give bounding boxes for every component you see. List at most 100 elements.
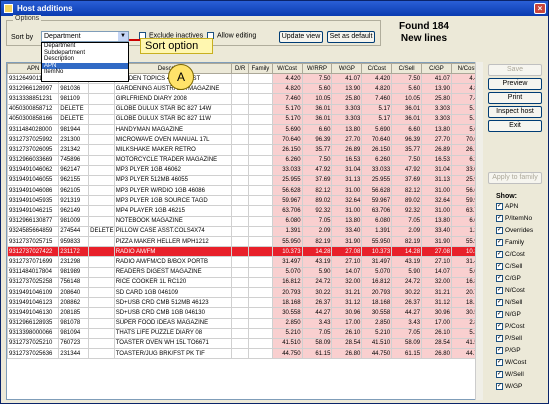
table-row[interactable]: 9319491046055 962155 MP3 PLYER 512MB 46055… <box>7 174 481 187</box>
table-cell[interactable]: 5.210 <box>361 327 393 339</box>
table-cell[interactable]: 24.72 <box>391 276 423 288</box>
table-cell[interactable]: 55.950 <box>271 235 303 248</box>
table-cell[interactable]: 44.27 <box>391 307 423 319</box>
table-row[interactable]: 9312737025992 231300 MICROWAVE OVEN MANUAL… <box>7 134 481 146</box>
table-cell[interactable]: 2.09 <box>301 225 333 238</box>
table-cell[interactable]: 9319491046055 <box>7 174 60 187</box>
table-cell[interactable]: SD CARD 1GB 046109 <box>113 286 233 299</box>
table-cell[interactable]: 44.750 <box>271 348 303 360</box>
table-cell[interactable]: 6.260 <box>271 154 303 166</box>
checkmark-icon[interactable]: ✓ <box>496 263 503 270</box>
table-cell[interactable]: 59.967 <box>271 195 303 207</box>
table-cell[interactable]: 13.80 <box>421 123 452 136</box>
table-cell[interactable]: 61.15 <box>391 348 423 360</box>
table-cell[interactable]: 9312966130877 <box>7 215 60 227</box>
table-cell[interactable] <box>248 164 273 176</box>
table-cell[interactable]: 6.080 <box>361 215 393 227</box>
table-cell[interactable]: 10.05 <box>301 93 333 105</box>
table-cell[interactable] <box>88 93 115 105</box>
table-cell[interactable]: 981989 <box>58 266 90 278</box>
table-cell[interactable]: 30.558 <box>361 307 393 319</box>
table-cell[interactable]: 9312737025636 <box>7 348 60 360</box>
table-cell[interactable]: HANDYMAN MAGAZINE <box>113 123 233 136</box>
table-cell[interactable]: 9319491045935 <box>7 195 60 207</box>
table-cell[interactable]: 2.09 <box>391 225 423 238</box>
table-cell[interactable]: 36.01 <box>301 103 333 115</box>
table-cell[interactable] <box>248 154 273 166</box>
show-column-checkbox[interactable]: ✓ P/Cost <box>496 323 525 330</box>
table-cell[interactable] <box>248 174 273 187</box>
table-cell[interactable]: 13.80 <box>331 215 363 227</box>
table-cell[interactable]: 5.90 <box>301 266 333 278</box>
table-cell[interactable]: 17.00 <box>421 317 452 329</box>
table-cell[interactable]: 981094 <box>58 327 90 339</box>
table-cell[interactable] <box>248 327 273 339</box>
table-cell[interactable] <box>248 266 273 278</box>
table-cell[interactable]: 47.92 <box>301 164 333 176</box>
table-cell[interactable]: RADIO AM/FM <box>113 246 233 258</box>
table-row[interactable]: 9312737026095 231342 MILKSHAKE MAKER RETRO… <box>7 144 481 156</box>
table-cell[interactable]: 35.77 <box>301 144 333 156</box>
table-cell[interactable] <box>231 297 250 309</box>
table-cell[interactable]: 760723 <box>58 337 90 350</box>
table-cell[interactable]: 9319491046123 <box>7 297 60 309</box>
table-cell[interactable]: 43.19 <box>391 256 423 268</box>
table-cell[interactable] <box>231 307 250 319</box>
table-cell[interactable]: 9312966128997 <box>7 83 60 95</box>
table-cell[interactable]: 5.070 <box>361 266 393 278</box>
table-cell[interactable]: 981944 <box>58 123 90 136</box>
table-cell[interactable] <box>248 215 273 227</box>
table-cell[interactable]: 4.820 <box>361 83 393 95</box>
table-cell[interactable]: 36.01 <box>301 113 333 125</box>
table-cell[interactable]: 56.628 <box>271 185 303 197</box>
checkmark-icon[interactable]: ✓ <box>496 215 503 222</box>
table-cell[interactable]: 6.080 <box>271 215 303 227</box>
table-cell[interactable] <box>88 266 115 278</box>
table-cell[interactable]: GLOBE DULUX STAR BC 827 14W <box>113 103 233 115</box>
table-cell[interactable] <box>248 348 273 360</box>
table-cell[interactable]: SUPER FOOD IDEAS MAGAZINE <box>113 317 233 329</box>
table-cell[interactable]: 10.373 <box>361 246 393 258</box>
exit-button[interactable]: Exit <box>488 120 542 132</box>
table-cell[interactable]: 14.07 <box>331 266 363 278</box>
table-cell[interactable]: 962147 <box>58 164 90 176</box>
table-cell[interactable]: MP3 PLYER 1GB SOURCE TAGD <box>113 195 233 207</box>
table-cell[interactable] <box>248 205 273 217</box>
table-cell[interactable]: 92.32 <box>301 205 333 217</box>
table-cell[interactable]: 962105 <box>58 185 90 197</box>
table-cell[interactable]: 5.60 <box>301 83 333 95</box>
table-cell[interactable]: 5.17 <box>361 103 393 115</box>
sort-by-select[interactable]: Department ▼ <box>41 31 129 42</box>
preview-button[interactable]: Preview <box>488 78 542 90</box>
table-cell[interactable]: 32.00 <box>331 276 363 288</box>
table-cell[interactable]: PILLOW CASE ASST.COLS4X74 <box>113 225 233 238</box>
print-button[interactable]: Print <box>488 92 542 104</box>
show-column-checkbox[interactable]: ✓ Family <box>496 239 524 246</box>
table-cell[interactable]: 31.13 <box>331 174 363 187</box>
table-cell[interactable]: 31.21 <box>421 286 452 299</box>
table-cell[interactable]: 959833 <box>58 235 90 248</box>
table-cell[interactable] <box>88 297 115 309</box>
table-row[interactable]: 9312737025258 756148 RICE COOKER 1L RC120 1… <box>7 276 481 288</box>
table-cell[interactable]: 3.43 <box>391 317 423 329</box>
table-cell[interactable]: 4.420 <box>361 72 393 85</box>
table-cell[interactable]: SD+USB CRD CMB 1GB 046130 <box>113 307 233 319</box>
table-cell[interactable]: 28.54 <box>331 337 363 350</box>
checkmark-icon[interactable]: ✓ <box>496 347 503 354</box>
table-cell[interactable]: 5.90 <box>391 266 423 278</box>
table-cell[interactable]: 20.793 <box>271 286 303 299</box>
save-button[interactable]: Save <box>488 64 542 76</box>
table-cell[interactable]: 27.10 <box>331 256 363 268</box>
table-cell[interactable]: 26.150 <box>361 144 393 156</box>
table-cell[interactable]: 231342 <box>58 144 90 156</box>
table-cell[interactable]: 9312737027422 <box>7 246 60 258</box>
checkmark-icon[interactable]: ✓ <box>496 287 503 294</box>
set-as-default-button[interactable]: Set as default <box>327 31 375 43</box>
checkmark-icon[interactable]: ✓ <box>496 335 503 342</box>
table-cell[interactable] <box>231 266 250 278</box>
checkmark-icon[interactable]: ✓ <box>496 203 503 210</box>
table-cell[interactable]: 9311484028000 <box>7 123 60 136</box>
table-cell[interactable] <box>88 83 115 95</box>
table-cell[interactable]: 33.033 <box>271 164 303 176</box>
table-cell[interactable]: 25.80 <box>331 93 363 105</box>
